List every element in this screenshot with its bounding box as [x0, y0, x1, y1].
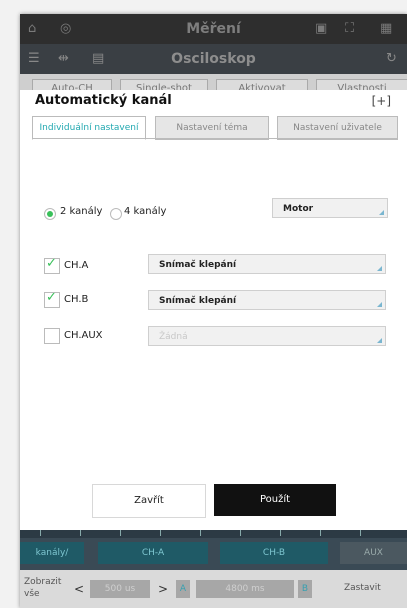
dialog-title: Automatický kanál: [35, 93, 172, 108]
tab-user[interactable]: Nastavení uživatele: [277, 116, 398, 140]
ch-a-button[interactable]: CH-A: [98, 542, 208, 564]
refresh-icon[interactable]: ↻: [386, 51, 397, 66]
prev-arrow-icon[interactable]: <: [74, 582, 84, 596]
crosshair-icon[interactable]: [+]: [372, 94, 391, 108]
dropdown-arrow-icon: [377, 302, 382, 307]
dropdown-arrow-icon: [377, 266, 382, 271]
timebase-row: Zobrazit vše < 500 us > A 4800 ms B Zast…: [20, 570, 407, 608]
radio-2-channels[interactable]: [44, 208, 56, 220]
ch-b-button[interactable]: CH-B: [220, 542, 328, 564]
ch-b-sensor-select[interactable]: Snímač klepání: [148, 290, 386, 310]
radio-4-label: 4 kanály: [124, 206, 167, 217]
timebase-value[interactable]: 500 us: [90, 580, 150, 598]
ch-aux-sensor-value: Žádná: [159, 332, 188, 342]
screenshot-icon[interactable]: ▣: [315, 21, 327, 36]
radio-4-channels[interactable]: [110, 208, 122, 220]
ch-aux-label: CH.AUX: [64, 330, 103, 341]
apply-button[interactable]: Použít: [214, 484, 336, 516]
ch-aux-sensor-select[interactable]: Žádná: [148, 326, 386, 346]
tablet-screen: ⌂ ◎ Měření ▣ ⛶ ▦ ☰ ⇹ ▤ Osciloskop ↻ Auto…: [20, 14, 407, 608]
aux-button[interactable]: AUX: [340, 542, 407, 564]
ch-a-checkbox[interactable]: ✓: [44, 256, 60, 274]
time-ruler: [20, 530, 407, 538]
dialog-tabs: Individuální nastavení Nastavení téma Na…: [32, 116, 398, 140]
stop-button[interactable]: Zastavit: [344, 583, 381, 593]
ch-a-sensor-select[interactable]: Snímač klepání: [148, 254, 386, 274]
ch-a-sensor-value: Snímač klepání: [159, 260, 237, 270]
show-all-button[interactable]: Zobrazit vše: [24, 576, 68, 600]
marker-b[interactable]: B: [298, 580, 312, 598]
tab-divider: [32, 138, 398, 139]
marker-a[interactable]: A: [176, 580, 190, 598]
check-icon: ✓: [46, 256, 57, 271]
sub-bar: ☰ ⇹ ▤ Osciloskop ↻: [20, 44, 407, 74]
ch-a-label: CH.A: [64, 260, 89, 271]
check-icon: ✓: [46, 290, 57, 305]
auto-channel-dialog: Automatický kanál [+] Individuální nasta…: [20, 90, 407, 530]
profile-select[interactable]: Motor: [272, 198, 388, 218]
profile-select-value: Motor: [283, 204, 314, 214]
dropdown-arrow-icon: [379, 210, 384, 215]
expand-icon[interactable]: ⛶: [345, 21, 354, 36]
subbar-title: Osciloskop: [171, 51, 256, 67]
ch-b-label: CH.B: [64, 294, 89, 305]
dropdown-arrow-icon: [377, 338, 382, 343]
next-arrow-icon[interactable]: >: [158, 582, 168, 596]
cursor-value[interactable]: 4800 ms: [196, 580, 294, 598]
grid-icon[interactable]: ▦: [380, 21, 392, 36]
ch-aux-checkbox[interactable]: [44, 328, 60, 344]
ch-b-sensor-value: Snímač klepání: [159, 296, 237, 306]
tab-individual[interactable]: Individuální nastavení: [32, 116, 146, 140]
ch-b-checkbox[interactable]: ✓: [44, 290, 60, 308]
tab-theme[interactable]: Nastavení téma: [155, 116, 269, 140]
radio-2-label: 2 kanály: [60, 206, 103, 217]
channels-toggle[interactable]: kanály/: [20, 542, 84, 564]
top-bar: ⌂ ◎ Měření ▣ ⛶ ▦: [20, 14, 407, 44]
close-button[interactable]: Zavřít: [92, 484, 206, 518]
bottom-panel: kanály/ CH-A CH-B AUX Zobrazit vše < 500…: [20, 530, 407, 608]
